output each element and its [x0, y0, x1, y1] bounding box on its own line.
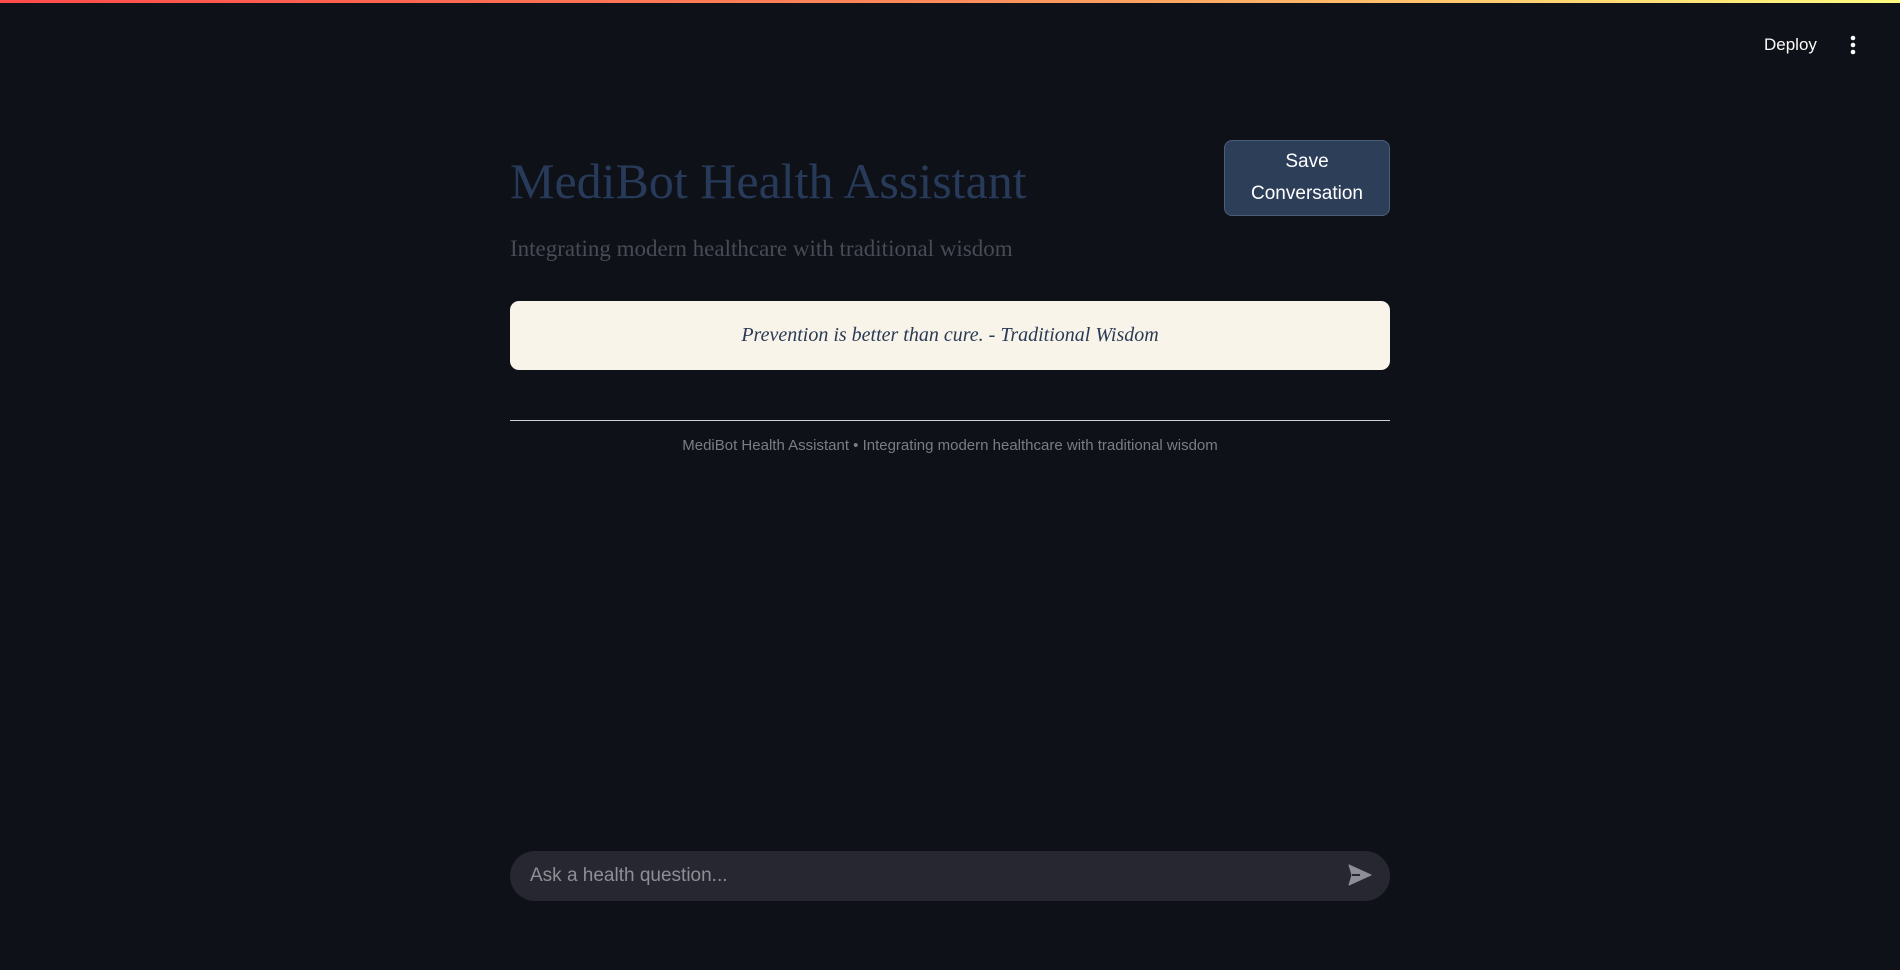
send-icon — [1348, 864, 1372, 889]
page-subtitle: Integrating modern healthcare with tradi… — [510, 236, 1013, 261]
send-button[interactable] — [1338, 854, 1382, 898]
deploy-button[interactable]: Deploy — [1752, 30, 1829, 60]
save-conversation-button[interactable]: Save Conversation — [1224, 140, 1390, 216]
page-title: MediBot Health Assistant — [510, 153, 1027, 209]
quote-card: Prevention is better than cure. - Tradit… — [510, 301, 1390, 370]
chat-input-container — [510, 851, 1390, 901]
main-content: MediBot Health Assistant Integrating mod… — [510, 0, 1390, 970]
divider — [510, 420, 1390, 421]
footer-text: MediBot Health Assistant • Integrating m… — [682, 437, 1218, 454]
main-menu-button[interactable] — [1838, 30, 1868, 60]
quote-text: Prevention is better than cure. - Tradit… — [741, 324, 1159, 346]
chat-input[interactable] — [510, 851, 1338, 901]
vertical-ellipsis-icon — [1850, 35, 1856, 55]
